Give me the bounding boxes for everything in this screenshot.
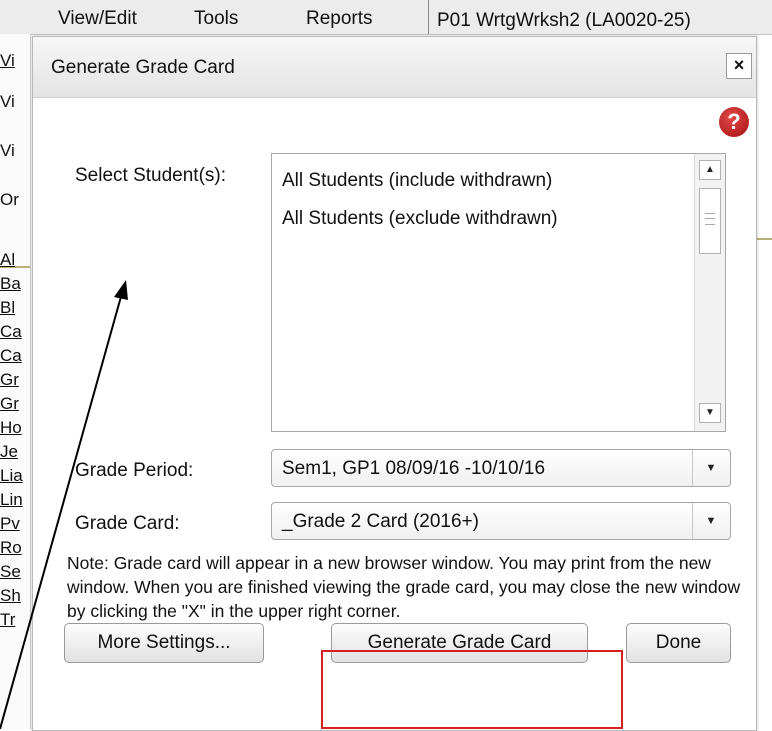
student-link[interactable]: Gr [0, 370, 30, 390]
dialog-header: Generate Grade Card × [33, 37, 756, 98]
sidebar-link[interactable]: Or [0, 190, 30, 210]
student-link[interactable]: Ca [0, 346, 30, 366]
menu-reports[interactable]: Reports [306, 8, 373, 30]
scroll-thumb[interactable] [699, 188, 721, 254]
left-sidebar: Vi Vi Vi Or Al Ba Bl Ca Ca Gr Gr Ho Je L… [0, 34, 31, 729]
help-icon[interactable]: ? [719, 107, 749, 137]
student-link[interactable]: Pv [0, 514, 30, 534]
student-link[interactable]: Gr [0, 394, 30, 414]
student-link[interactable]: Se [0, 562, 30, 582]
grade-card-value: _Grade 2 Card (2016+) [282, 511, 479, 532]
class-title: P01 WrtgWrksh2 (LA0020-25) [428, 0, 691, 34]
student-link[interactable]: Ho [0, 418, 30, 438]
menu-tools[interactable]: Tools [194, 8, 238, 30]
grade-period-select[interactable]: Sem1, GP1 08/09/16 -10/10/16 ▼ [271, 449, 731, 487]
student-listbox[interactable]: All Students (include withdrawn) All Stu… [271, 153, 726, 432]
sidebar-link[interactable]: Vi [0, 92, 30, 112]
chevron-down-icon: ▼ [692, 503, 729, 539]
student-link[interactable]: Je [0, 442, 30, 462]
student-link[interactable]: Ca [0, 322, 30, 342]
student-link[interactable]: Bl [0, 298, 30, 318]
student-link[interactable]: Ro [0, 538, 30, 558]
sidebar-link[interactable]: Vi [0, 141, 30, 161]
chevron-down-icon: ▼ [692, 450, 729, 486]
menu-bar: View/Edit Tools Reports P01 WrtgWrksh2 (… [0, 0, 772, 35]
more-settings-button[interactable]: More Settings... [64, 623, 264, 663]
student-link[interactable]: Al [0, 250, 30, 270]
grade-period-label: Grade Period: [75, 460, 194, 481]
generate-grade-card-dialog: Generate Grade Card × ? Select Student(s… [32, 36, 757, 731]
note-text: Note: Grade card will appear in a new br… [67, 553, 741, 621]
menu-view-edit[interactable]: View/Edit [58, 8, 137, 30]
grade-card-label: Grade Card: [75, 513, 180, 534]
student-link[interactable]: Ba [0, 274, 30, 294]
student-link[interactable]: Sh [0, 586, 30, 606]
sidebar-link[interactable]: Vi [0, 51, 30, 71]
grade-card-select[interactable]: _Grade 2 Card (2016+) ▼ [271, 502, 731, 540]
student-option-exclude-withdrawn[interactable]: All Students (exclude withdrawn) [282, 208, 558, 230]
done-button[interactable]: Done [626, 623, 731, 663]
listbox-scrollbar[interactable]: ▲ ▼ [694, 154, 725, 431]
student-option-include-withdrawn[interactable]: All Students (include withdrawn) [282, 170, 552, 192]
scroll-down-arrow-icon[interactable]: ▼ [699, 403, 721, 423]
highlight-box [321, 650, 623, 729]
select-students-label: Select Student(s): [75, 165, 227, 186]
grade-period-value: Sem1, GP1 08/09/16 -10/10/16 [282, 458, 546, 479]
student-link[interactable]: Lia [0, 466, 30, 486]
grip-icon [705, 213, 715, 225]
dialog-title: Generate Grade Card [51, 57, 235, 78]
student-link[interactable]: Tr [0, 610, 30, 630]
scroll-up-arrow-icon[interactable]: ▲ [699, 160, 721, 180]
student-link[interactable]: Lin [0, 490, 30, 510]
close-button[interactable]: × [726, 53, 752, 79]
